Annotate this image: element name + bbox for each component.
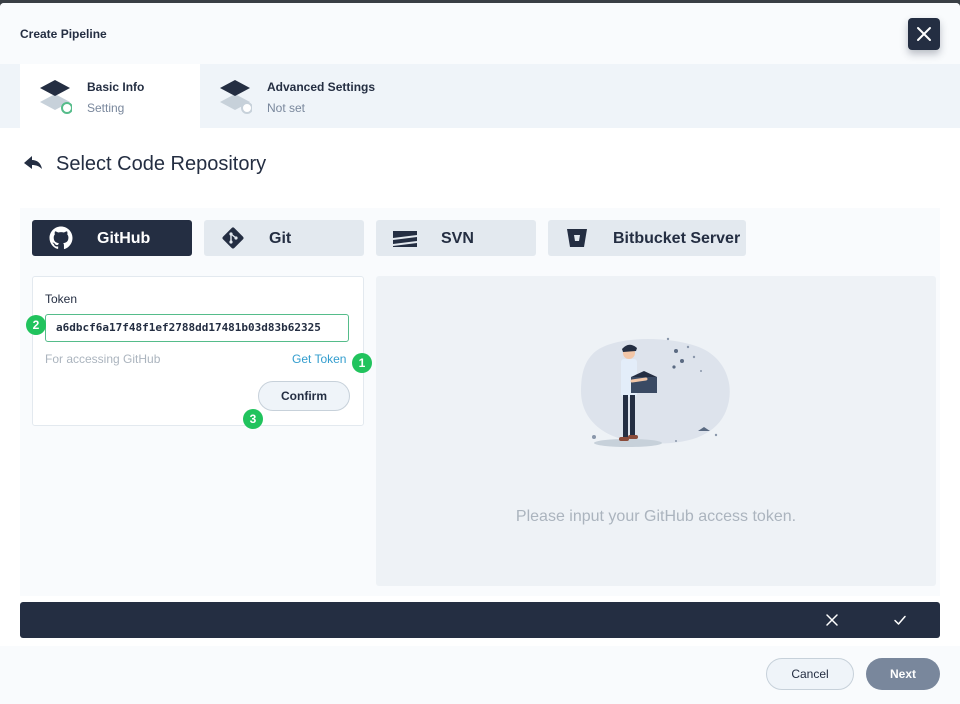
person-with-box-illustration [581, 337, 730, 447]
step-subtitle: Not set [267, 101, 306, 115]
token-label: Token [45, 292, 78, 306]
tab-svn[interactable]: SVN [376, 220, 536, 256]
step-title: Advanced Settings [267, 80, 376, 94]
annotation-badge: 3 [243, 409, 263, 429]
step-title: Basic Info [87, 80, 145, 94]
token-hint: For accessing GitHub [45, 352, 161, 366]
close-button[interactable] [908, 18, 940, 50]
tab-label: GitHub [97, 230, 151, 247]
tab-label: Git [269, 230, 292, 247]
tab-label: SVN [441, 230, 474, 247]
cancel-x-icon[interactable] [824, 612, 840, 628]
layers-icon [40, 80, 72, 114]
layers-icon [220, 80, 252, 114]
modal-footer: Cancel Next [0, 646, 960, 704]
step-subtitle: Setting [87, 101, 125, 115]
bitbucket-icon [567, 229, 587, 247]
section-title: Select Code Repository [56, 153, 267, 175]
svn-icon [393, 231, 417, 247]
create-pipeline-modal: Create Pipeline Basic Info Setting Advan… [0, 3, 960, 704]
github-icon [49, 226, 73, 250]
cancel-button[interactable]: Cancel [766, 658, 854, 690]
tab-bitbucket-server[interactable]: Bitbucket Server [548, 220, 746, 256]
close-icon [917, 27, 931, 41]
back-arrow-icon[interactable] [22, 153, 44, 175]
tab-label: Bitbucket Server [613, 230, 741, 247]
confirm-button[interactable]: Confirm [258, 381, 350, 411]
confirm-check-icon[interactable] [892, 612, 908, 628]
get-token-link[interactable]: Get Token [292, 352, 346, 366]
repository-panel: GitHub Git SVN Bitbucket Server Token a6… [20, 208, 940, 596]
empty-state-message: Please input your GitHub access token. [515, 508, 797, 525]
token-form: Token a6dbcf6a17f48f1ef2788dd17481b03d83… [32, 276, 364, 426]
modal-header: Create Pipeline [0, 3, 960, 65]
token-input[interactable]: a6dbcf6a17f48f1ef2788dd17481b03d83b62325 [45, 314, 349, 342]
step-advanced-settings[interactable]: Advanced Settings Not set [200, 64, 400, 128]
annotation-badge: 1 [352, 353, 372, 373]
annotation-badge: 2 [26, 315, 46, 335]
step-tabs: Basic Info Setting Advanced Settings Not… [0, 64, 960, 128]
tab-git[interactable]: Git [204, 220, 364, 256]
tab-github[interactable]: GitHub [32, 220, 192, 256]
empty-state: Please input your GitHub access token. [376, 276, 936, 586]
git-icon [222, 227, 244, 249]
next-button[interactable]: Next [866, 658, 940, 690]
step-basic-info[interactable]: Basic Info Setting [20, 64, 200, 128]
modal-title: Create Pipeline [20, 27, 107, 41]
confirmation-bar [20, 602, 940, 638]
